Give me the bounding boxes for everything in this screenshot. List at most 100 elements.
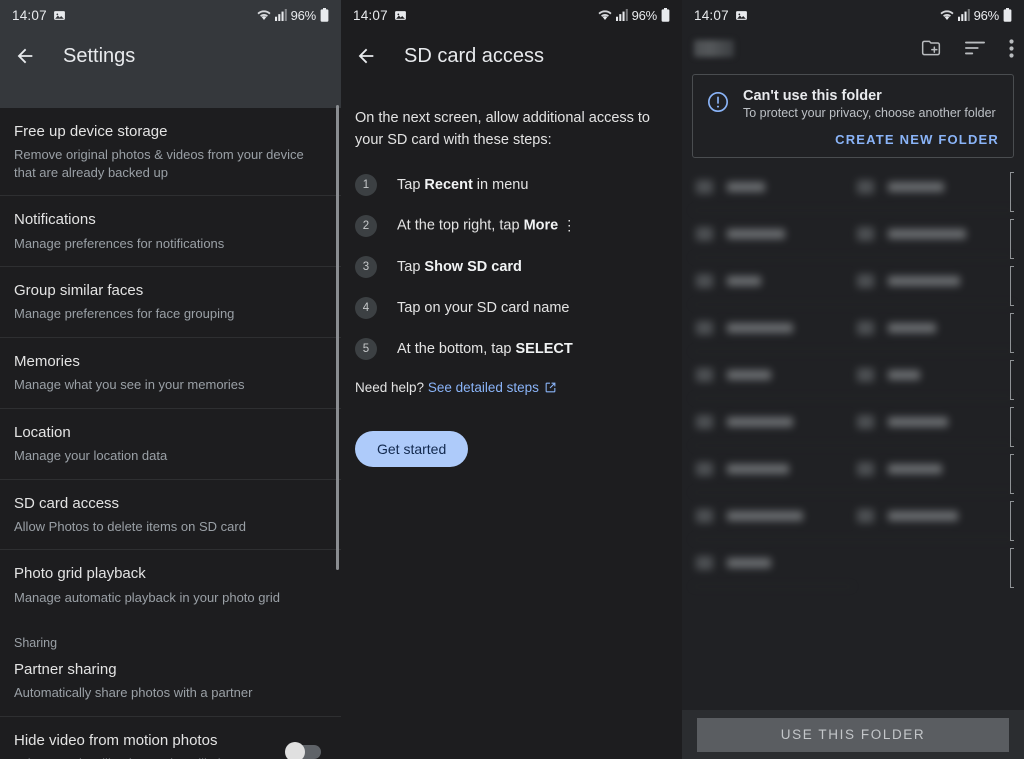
step-number: 4 — [355, 296, 377, 319]
list-item[interactable] — [853, 399, 1014, 446]
folder-name-redacted — [888, 464, 942, 474]
folder-name-redacted — [888, 323, 936, 333]
page-title: Settings — [63, 44, 136, 67]
sidebar-item-sd-card-access[interactable]: SD card access Allow Photos to delete it… — [0, 479, 341, 551]
page-title: SD card access — [404, 44, 545, 67]
redacted-folder-title — [694, 39, 734, 57]
step-item: 2 At the top right, tap More ⋮ — [355, 214, 664, 237]
list-edge-marker — [1010, 501, 1014, 541]
step-text: At the top right, tap More ⋮ — [397, 217, 576, 234]
status-bar-mid: 14:07 96% — [341, 0, 682, 30]
list-edge-marker — [1010, 266, 1014, 306]
list-item[interactable] — [692, 305, 853, 352]
steps-list: 1 Tap Recent in menu 2 At the top right,… — [355, 173, 664, 360]
folder-picker-actions — [921, 38, 1014, 58]
list-item[interactable] — [692, 352, 853, 399]
step-prefix: Tap on your SD card name — [397, 299, 570, 316]
get-started-button[interactable]: Get started — [355, 430, 469, 467]
status-time: 14:07 — [353, 7, 388, 23]
list-item[interactable] — [692, 164, 853, 211]
hide-video-toggle[interactable] — [285, 741, 321, 759]
folder-icon — [696, 415, 713, 429]
folder-name-redacted — [888, 276, 960, 286]
list-item-title: Partner sharing — [14, 661, 117, 679]
settings-list: Free up device storage Remove original p… — [0, 108, 341, 759]
folder-icon — [696, 321, 713, 335]
list-item-title: Notifications — [14, 211, 96, 229]
list-edge-marker — [1010, 548, 1014, 588]
list-item[interactable] — [692, 540, 853, 587]
list-item[interactable]: Notifications Manage preferences for not… — [0, 196, 341, 268]
list-item[interactable]: Group similar faces Manage preferences f… — [0, 267, 341, 338]
use-this-folder-button[interactable]: USE THIS FOLDER — [697, 717, 1009, 752]
sd-card-access-screen: 14:07 96% SD card access On the next scr… — [341, 0, 682, 759]
folder-icon — [696, 274, 713, 288]
settings-app-bar: Settings — [0, 30, 341, 82]
folder-icon — [696, 368, 713, 382]
list-item-subtitle: Other people will only see the still pho… — [14, 755, 287, 759]
list-item[interactable] — [692, 399, 853, 446]
status-bar-right-group: 96% — [598, 8, 670, 23]
folder-name-redacted — [888, 370, 920, 380]
folder-icon — [857, 274, 874, 288]
status-time: 14:07 — [12, 7, 47, 23]
app-bar-underlay — [0, 82, 341, 108]
list-item-subtitle: Allow Photos to delete items on SD card — [14, 518, 246, 534]
back-arrow-icon[interactable] — [355, 45, 377, 67]
folder-list[interactable] — [692, 164, 1014, 587]
kebab-menu-icon: ⋮ — [562, 217, 577, 233]
list-item[interactable] — [853, 305, 1014, 352]
status-bar-left-group: 14:07 — [353, 8, 407, 23]
folder-name-redacted — [727, 417, 793, 427]
back-arrow-icon[interactable] — [14, 45, 36, 67]
status-bar-right-group: 96% — [257, 8, 329, 23]
settings-screen: 14:07 96% Settings Free up device storag… — [0, 0, 341, 759]
cant-use-folder-card: Can't use this folder To protect your pr… — [692, 74, 1014, 158]
warning-text-block: Can't use this folder To protect your pr… — [743, 88, 996, 120]
list-item[interactable] — [853, 446, 1014, 493]
list-item-hide-video[interactable]: Hide video from motion photos Other peop… — [0, 716, 341, 759]
folder-icon — [857, 180, 874, 194]
sort-icon[interactable] — [965, 40, 985, 56]
sd-card-body: On the next screen, allow additional acc… — [341, 82, 682, 467]
list-edge-marker — [1010, 454, 1014, 494]
list-item[interactable] — [853, 352, 1014, 399]
warning-top-row: Can't use this folder To protect your pr… — [707, 88, 999, 120]
list-item[interactable] — [692, 493, 853, 540]
folder-icon — [696, 556, 713, 570]
help-line: Need help? See detailed steps — [355, 379, 664, 395]
list-item[interactable]: Location Manage your location data — [0, 408, 341, 480]
toggle-knob — [285, 741, 305, 759]
see-detailed-steps-link[interactable]: See detailed steps — [428, 380, 539, 395]
list-item[interactable]: Free up device storage Remove original p… — [0, 108, 341, 197]
battery-icon — [320, 8, 329, 22]
step-text: Tap Recent in menu — [397, 177, 528, 193]
list-item[interactable] — [692, 446, 853, 493]
list-item[interactable] — [692, 211, 853, 258]
list-item[interactable]: Photo grid playback Manage automatic pla… — [0, 550, 341, 621]
external-link-icon[interactable] — [544, 381, 557, 394]
list-item[interactable] — [853, 164, 1014, 211]
list-item[interactable]: Partner sharing Automatically share phot… — [0, 654, 341, 717]
settings-scrollbar[interactable] — [336, 105, 339, 570]
list-item[interactable] — [853, 211, 1014, 258]
folder-icon — [857, 321, 874, 335]
folder-icon — [857, 415, 874, 429]
kebab-menu-icon[interactable] — [1009, 38, 1014, 58]
step-number: 5 — [355, 337, 377, 360]
status-bar-right-group: 96% — [940, 8, 1012, 23]
battery-percent: 96% — [973, 7, 1000, 23]
list-item[interactable] — [692, 258, 853, 305]
folder-name-redacted — [888, 511, 958, 521]
list-item[interactable] — [853, 258, 1014, 305]
status-bar-right: 14:07 96% — [682, 0, 1024, 30]
new-folder-icon[interactable] — [921, 38, 941, 58]
folder-icon — [696, 180, 713, 194]
three-panel-screenshot: 14:07 96% Settings Free up device storag… — [0, 0, 1024, 759]
create-new-folder-button[interactable]: CREATE NEW FOLDER — [707, 132, 999, 147]
step-text: Tap on your SD card name — [397, 300, 569, 316]
intro-text: On the next screen, allow additional acc… — [355, 110, 650, 148]
list-item[interactable]: Memories Manage what you see in your mem… — [0, 337, 341, 409]
list-item[interactable] — [853, 493, 1014, 540]
list-item-subtitle: Remove original photos & videos from you… — [14, 147, 304, 180]
